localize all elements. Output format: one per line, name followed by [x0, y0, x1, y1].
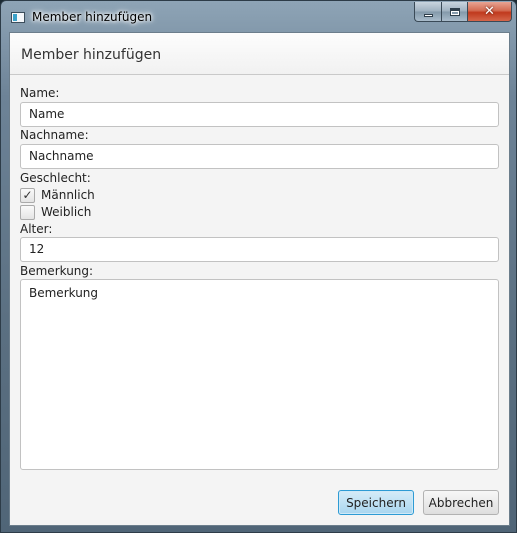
alter-field[interactable]: 12 — [20, 237, 499, 262]
name-field[interactable]: Name — [20, 102, 499, 127]
bemerkung-field[interactable]: Bemerkung — [20, 279, 499, 470]
dialog-body: Member hinzufügen Name: Name Nachname: N… — [9, 32, 510, 526]
window-frame: Member hinzufügen ✕ Member hinzufügen Na… — [0, 0, 517, 533]
close-button[interactable]: ✕ — [467, 2, 512, 22]
checkbox-unchecked-icon[interactable] — [20, 204, 35, 220]
name-label: Name: — [20, 86, 60, 100]
bemerkung-label: Bemerkung: — [20, 264, 94, 278]
checkbox-maennlich[interactable]: ✓ Männlich — [20, 187, 95, 203]
geschlecht-label: Geschlecht: — [20, 171, 91, 185]
checkbox-weiblich[interactable]: Weiblich — [20, 204, 91, 220]
checkbox-label-weiblich: Weiblich — [41, 205, 92, 219]
checkbox-checked-icon[interactable]: ✓ — [20, 187, 35, 203]
minimize-button[interactable] — [414, 2, 441, 22]
window-title: Member hinzufügen — [32, 10, 153, 24]
close-icon: ✕ — [484, 4, 495, 19]
title-bar[interactable]: Member hinzufügen ✕ — [1, 1, 517, 32]
cancel-button[interactable]: Abbrechen — [423, 490, 499, 515]
minimize-icon — [423, 13, 433, 17]
app-icon[interactable] — [11, 12, 25, 23]
dialog-header: Member hinzufügen — [10, 33, 509, 75]
nachname-field[interactable]: Nachname — [20, 144, 499, 169]
nachname-label: Nachname: — [20, 128, 89, 142]
alter-label: Alter: — [20, 222, 53, 236]
dialog-title: Member hinzufügen — [21, 47, 162, 63]
checkbox-label-maennlich: Männlich — [41, 188, 95, 202]
caption-buttons: ✕ — [414, 2, 512, 22]
maximize-icon — [449, 7, 460, 16]
maximize-button[interactable] — [441, 2, 467, 22]
save-button[interactable]: Speichern — [338, 490, 414, 515]
